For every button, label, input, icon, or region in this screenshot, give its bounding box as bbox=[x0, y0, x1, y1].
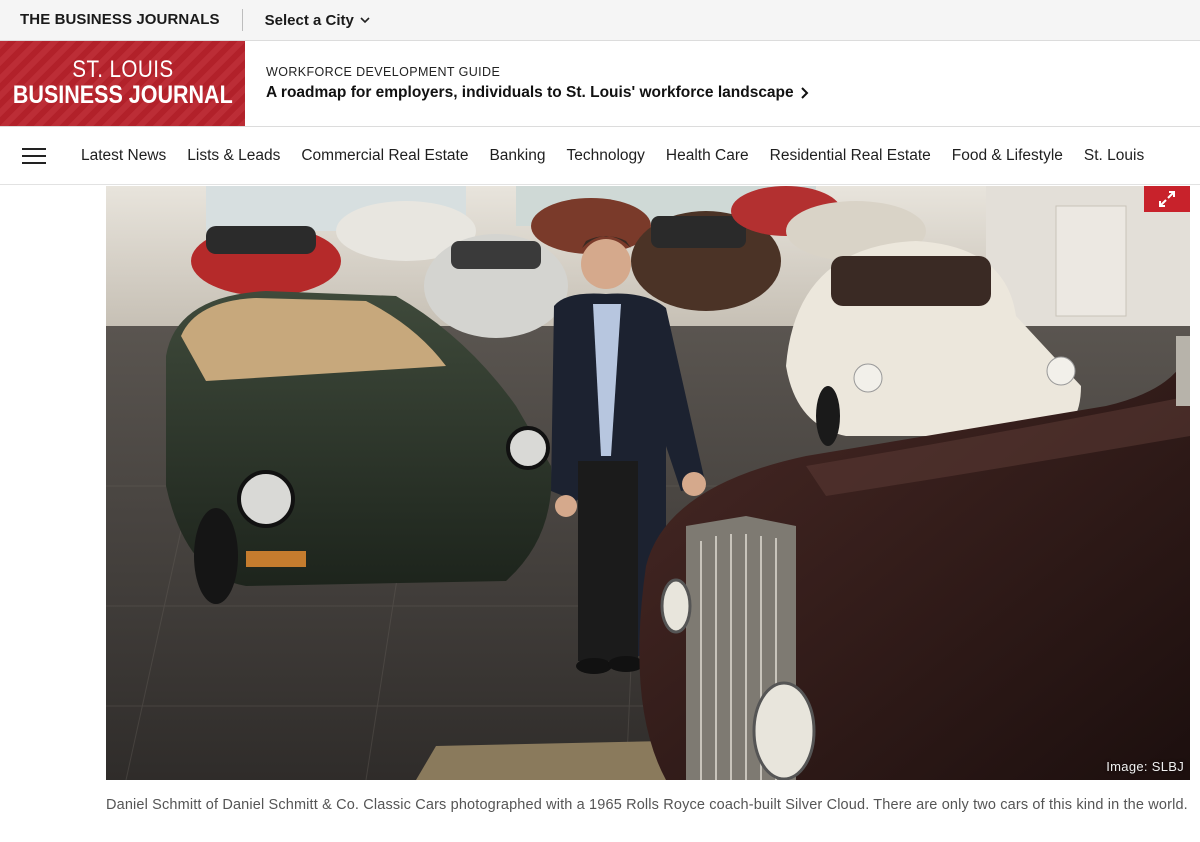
logo-title: BUSINESS JOURNAL bbox=[12, 81, 233, 109]
main-nav: Latest News Lists & Leads Commercial Rea… bbox=[0, 127, 1200, 185]
nav-item-technology[interactable]: Technology bbox=[566, 147, 644, 165]
chevron-down-icon bbox=[360, 17, 370, 24]
city-select[interactable]: Select a City bbox=[265, 12, 370, 29]
nav-item-food-lifestyle[interactable]: Food & Lifestyle bbox=[952, 147, 1063, 165]
city-select-label: Select a City bbox=[264, 11, 354, 29]
promo-headline: A roadmap for employers, individuals to … bbox=[266, 84, 794, 101]
network-bar: THE BUSINESS JOURNALS Select a City bbox=[0, 0, 1200, 41]
photo-caption: Daniel Schmitt of Daniel Schmitt & Co. C… bbox=[106, 797, 1188, 813]
photo-credit: Image: SLBJ bbox=[1106, 759, 1184, 774]
site-logo[interactable]: ST. LOUIS BUSINESS JOURNAL bbox=[0, 41, 245, 126]
logo-city: ST. LOUIS bbox=[71, 56, 174, 83]
chevron-right-icon bbox=[800, 87, 809, 99]
nav-item-latest-news[interactable]: Latest News bbox=[81, 147, 166, 165]
nav-item-residential-real-estate[interactable]: Residential Real Estate bbox=[770, 147, 931, 165]
article-photo: Image: SLBJ bbox=[106, 186, 1190, 780]
promo-link[interactable]: A roadmap for employers, individuals to … bbox=[266, 84, 809, 102]
nav-item-lists-leads[interactable]: Lists & Leads bbox=[187, 147, 280, 165]
network-name[interactable]: THE BUSINESS JOURNALS bbox=[0, 9, 243, 31]
nav-item-banking[interactable]: Banking bbox=[489, 147, 545, 165]
nav-item-health-care[interactable]: Health Care bbox=[666, 147, 749, 165]
promo-banner: WORKFORCE DEVELOPMENT GUIDE A roadmap fo… bbox=[245, 41, 809, 126]
hamburger-icon[interactable] bbox=[22, 143, 46, 169]
nav-item-commercial-real-estate[interactable]: Commercial Real Estate bbox=[301, 147, 468, 165]
brand-header: ST. LOUIS BUSINESS JOURNAL WORKFORCE DEV… bbox=[0, 41, 1200, 127]
nav-item-st-louis[interactable]: St. Louis bbox=[1084, 147, 1144, 165]
expand-icon bbox=[1159, 191, 1175, 207]
promo-kicker: WORKFORCE DEVELOPMENT GUIDE bbox=[266, 65, 501, 79]
showroom-photo bbox=[106, 186, 1190, 780]
expand-photo-button[interactable] bbox=[1144, 186, 1190, 212]
